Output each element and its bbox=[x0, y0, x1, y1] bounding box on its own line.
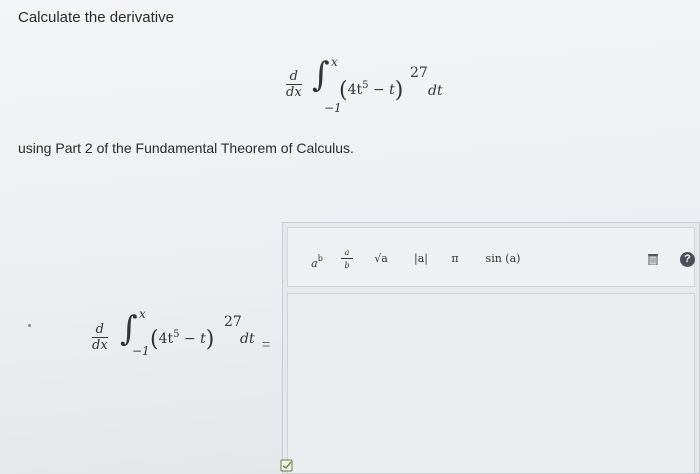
fraction-button[interactable]: a b bbox=[338, 247, 356, 270]
power-button[interactable]: ab bbox=[306, 248, 328, 270]
derivative-operator: d dx bbox=[286, 70, 302, 99]
lower-limit: −1 bbox=[324, 101, 342, 115]
outer-exponent: 27 bbox=[224, 314, 242, 330]
pi-button[interactable]: π bbox=[448, 248, 462, 270]
trash-icon[interactable] bbox=[648, 254, 658, 265]
integral-sign: ∫ bbox=[312, 55, 330, 95]
differential-dt: dt bbox=[240, 331, 255, 347]
derivative-d: d bbox=[95, 322, 104, 337]
bullet-marker bbox=[28, 324, 31, 327]
derivative-operator: d dx bbox=[92, 323, 108, 352]
equals-sign: = bbox=[262, 336, 271, 352]
sin-button[interactable]: sin (a) bbox=[484, 248, 522, 270]
derivative-d: d bbox=[289, 69, 298, 84]
integrand: (4t5 − t) bbox=[150, 327, 215, 352]
math-toolbar: ab a b √a |a| π sin (a) ? bbox=[287, 227, 695, 287]
differential-dt: dt bbox=[428, 83, 443, 99]
lower-limit: −1 bbox=[132, 344, 150, 358]
absolute-value-button[interactable]: |a| bbox=[411, 248, 431, 270]
integral-sign: ∫ bbox=[120, 309, 138, 349]
integrand: (4t5 − t) bbox=[339, 78, 404, 103]
outer-exponent: 27 bbox=[410, 65, 428, 81]
derivative-dx: dx bbox=[92, 338, 108, 353]
question-tail: using Part 2 of the Fundamental Theorem … bbox=[18, 140, 354, 156]
sqrt-button[interactable]: √a bbox=[370, 248, 392, 270]
answer-input[interactable] bbox=[287, 293, 695, 473]
upper-limit: x bbox=[139, 307, 146, 321]
answer-box: ab a b √a |a| π sin (a) ? bbox=[282, 222, 700, 474]
help-icon[interactable]: ? bbox=[680, 252, 695, 267]
derivative-dx: dx bbox=[286, 85, 302, 100]
upper-limit: x bbox=[331, 55, 338, 69]
answer-submit-icon[interactable] bbox=[280, 458, 294, 472]
question-prompt: Calculate the derivative bbox=[18, 9, 174, 26]
